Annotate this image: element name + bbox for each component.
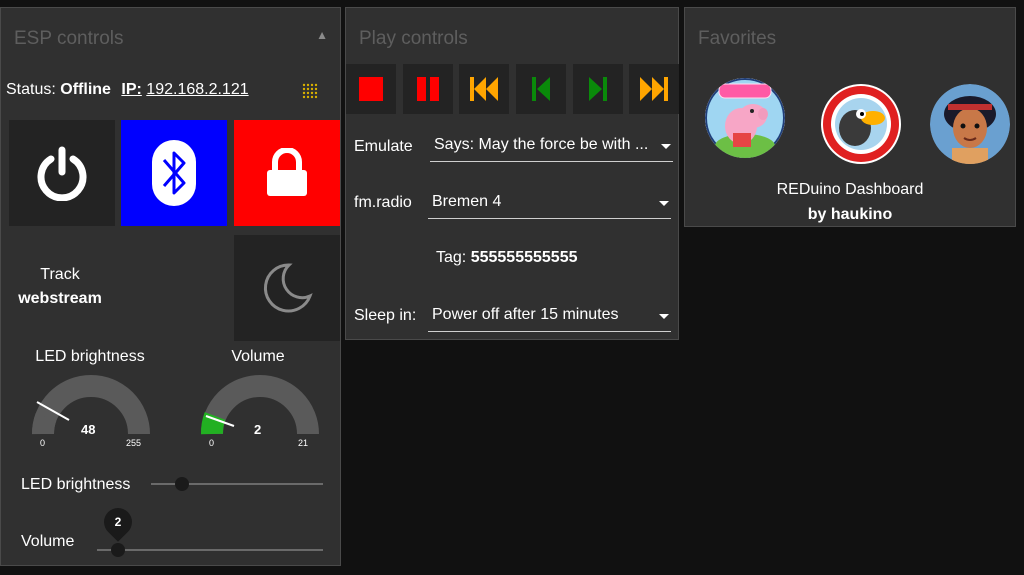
- next-track-button[interactable]: [573, 64, 623, 114]
- previous-track-button[interactable]: [516, 64, 566, 114]
- collapse-icon[interactable]: ▲: [316, 28, 328, 42]
- ip-link[interactable]: 192.168.2.121: [146, 81, 248, 98]
- chevron-down-icon: [661, 144, 671, 149]
- stop-button[interactable]: [346, 64, 396, 114]
- emulate-label: Emulate: [354, 138, 413, 155]
- pause-icon: [417, 77, 439, 101]
- track-info: Track webstream: [1, 266, 119, 308]
- volume-gauge-min: 0: [209, 438, 215, 448]
- favorite-raven[interactable]: [821, 84, 901, 164]
- favorites-panel: Favorites REDuino Dashboard by haukino: [684, 7, 1016, 227]
- previous-icon: [532, 77, 550, 101]
- led-gauge-value: 48: [81, 422, 96, 437]
- favorite-peppa-pig[interactable]: [705, 78, 785, 158]
- volume-gauge-value: 2: [254, 422, 262, 437]
- girl-image: [930, 84, 1010, 164]
- lock-button[interactable]: [234, 120, 340, 226]
- volume-gauge-label: Volume: [231, 348, 285, 365]
- favorites-panel-title: Favorites: [698, 28, 777, 49]
- ip-label[interactable]: IP:: [121, 81, 141, 98]
- volume-slider-track[interactable]: [97, 549, 323, 551]
- radio-select[interactable]: Bremen 4: [428, 193, 671, 219]
- fast-forward-button[interactable]: [629, 64, 679, 114]
- volume-slider-label: Volume: [21, 533, 75, 550]
- tag-display: Tag: 555555555555: [436, 249, 577, 267]
- chevron-down-icon: [659, 314, 669, 319]
- led-gauge-label: LED brightness: [35, 348, 145, 365]
- rewind-icon: [470, 77, 498, 101]
- power-icon: [37, 146, 87, 201]
- peppa-pig-image: [705, 78, 785, 158]
- fast-forward-icon: [640, 77, 668, 101]
- pause-button[interactable]: [403, 64, 453, 114]
- tag-label: Tag:: [436, 249, 467, 266]
- status-line: Status: Offline IP: 192.168.2.121: [6, 81, 249, 99]
- track-value: webstream: [18, 290, 102, 307]
- sleep-select[interactable]: Power off after 15 minutes: [428, 306, 671, 332]
- stop-icon: [359, 77, 383, 101]
- volume-gauge-max: 21: [298, 438, 309, 448]
- sleep-button[interactable]: [234, 235, 340, 341]
- esp-controls-panel: ESP controls ▲ Status: Offline IP: 192.1…: [0, 7, 341, 566]
- status-label: Status:: [6, 81, 56, 98]
- led-gauge-max: 255: [126, 438, 142, 448]
- bluetooth-button[interactable]: [121, 120, 227, 226]
- bluetooth-icon: [152, 140, 196, 206]
- emulate-select[interactable]: Says: May the force be with ...: [430, 136, 673, 162]
- moon-icon: [264, 263, 313, 313]
- signal-dots-icon: [302, 83, 318, 99]
- favorites-caption: REDuino Dashboard: [776, 181, 924, 198]
- play-panel-title: Play controls: [359, 28, 468, 49]
- raven-image: [823, 86, 899, 162]
- status-value: Offline: [60, 81, 111, 98]
- next-icon: [589, 77, 607, 101]
- favorite-indian-girl[interactable]: [930, 84, 1010, 164]
- track-label: Track: [40, 266, 80, 283]
- chevron-down-icon: [659, 201, 669, 206]
- favorites-author: by haukino: [807, 206, 893, 223]
- volume-slider-thumb[interactable]: [111, 543, 125, 557]
- lock-icon: [267, 148, 307, 196]
- play-controls-panel: Play controls Emulate Says: May the forc…: [345, 7, 679, 340]
- power-button[interactable]: [9, 120, 115, 226]
- volume-slider-tooltip: 2: [98, 502, 138, 542]
- led-slider-label: LED brightness: [21, 476, 131, 493]
- tag-value: 555555555555: [470, 249, 578, 266]
- led-slider-thumb[interactable]: [175, 477, 189, 491]
- sleep-label: Sleep in:: [354, 307, 417, 324]
- radio-label: fm.radio: [354, 194, 412, 211]
- rewind-button[interactable]: [459, 64, 509, 114]
- led-gauge-min: 0: [40, 438, 46, 448]
- esp-panel-title: ESP controls: [14, 28, 124, 49]
